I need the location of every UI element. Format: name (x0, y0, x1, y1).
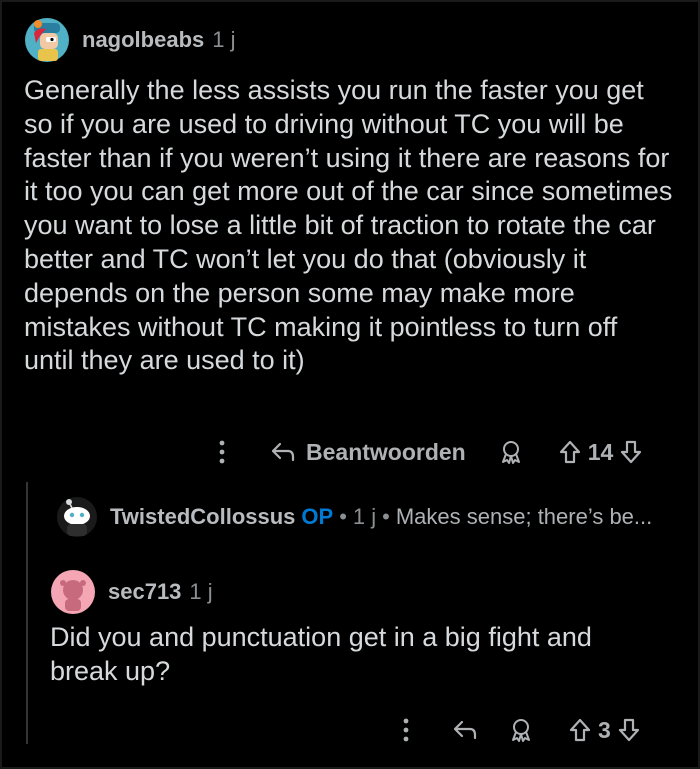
comment-body: Generally the less assists you run the f… (24, 75, 673, 376)
op-badge: OP (301, 504, 334, 529)
username[interactable]: sec713 (108, 579, 181, 605)
avatar[interactable] (50, 569, 96, 615)
reply-button[interactable]: Beantwoorden (270, 439, 466, 466)
vote-count: 3 (598, 716, 611, 743)
comment-sec713: sec713 1 j Did you and punctuation get i… (50, 566, 680, 689)
upvote-icon[interactable] (568, 717, 592, 743)
separator: • (382, 504, 390, 529)
reply-preview: Makes sense; there’s be... (395, 504, 653, 529)
reply-arrow-icon[interactable] (452, 718, 478, 742)
comment-actions: Beantwoorden 14 (212, 438, 643, 466)
collapsed-reply[interactable]: TwistedCollossus OP • 1 j • Makes sense;… (56, 496, 652, 538)
vote-control: 14 (558, 439, 644, 466)
comment-actions: 3 (396, 716, 641, 744)
username[interactable]: TwistedCollossus (110, 504, 295, 530)
username[interactable]: nagolbeabs (82, 27, 204, 53)
comment-body: Did you and punctuation get in a big fig… (50, 622, 592, 686)
separator: • (339, 504, 347, 529)
timestamp: 1 j (189, 579, 213, 604)
downvote-icon[interactable] (617, 717, 641, 743)
downvote-icon[interactable] (619, 439, 643, 465)
comment-meta: nagolbeabs 1 j (24, 10, 684, 70)
more-icon[interactable] (212, 438, 232, 466)
upvote-icon[interactable] (558, 439, 582, 465)
avatar[interactable] (24, 17, 70, 63)
thread-line[interactable] (26, 482, 28, 744)
comment-meta: sec713 1 j (50, 566, 680, 618)
comment-nagolbeabs: nagolbeabs 1 j Generally the less assist… (24, 10, 684, 378)
reply-label: Beantwoorden (306, 438, 466, 465)
avatar[interactable] (56, 496, 98, 538)
award-icon[interactable] (508, 716, 534, 744)
vote-control: 3 (568, 717, 641, 744)
timestamp: 1 j (212, 27, 236, 52)
award-icon[interactable] (498, 438, 524, 466)
timestamp: 1 j (352, 504, 377, 529)
more-icon[interactable] (396, 716, 416, 744)
vote-count: 14 (587, 438, 614, 465)
reply-arrow-icon (270, 440, 296, 464)
